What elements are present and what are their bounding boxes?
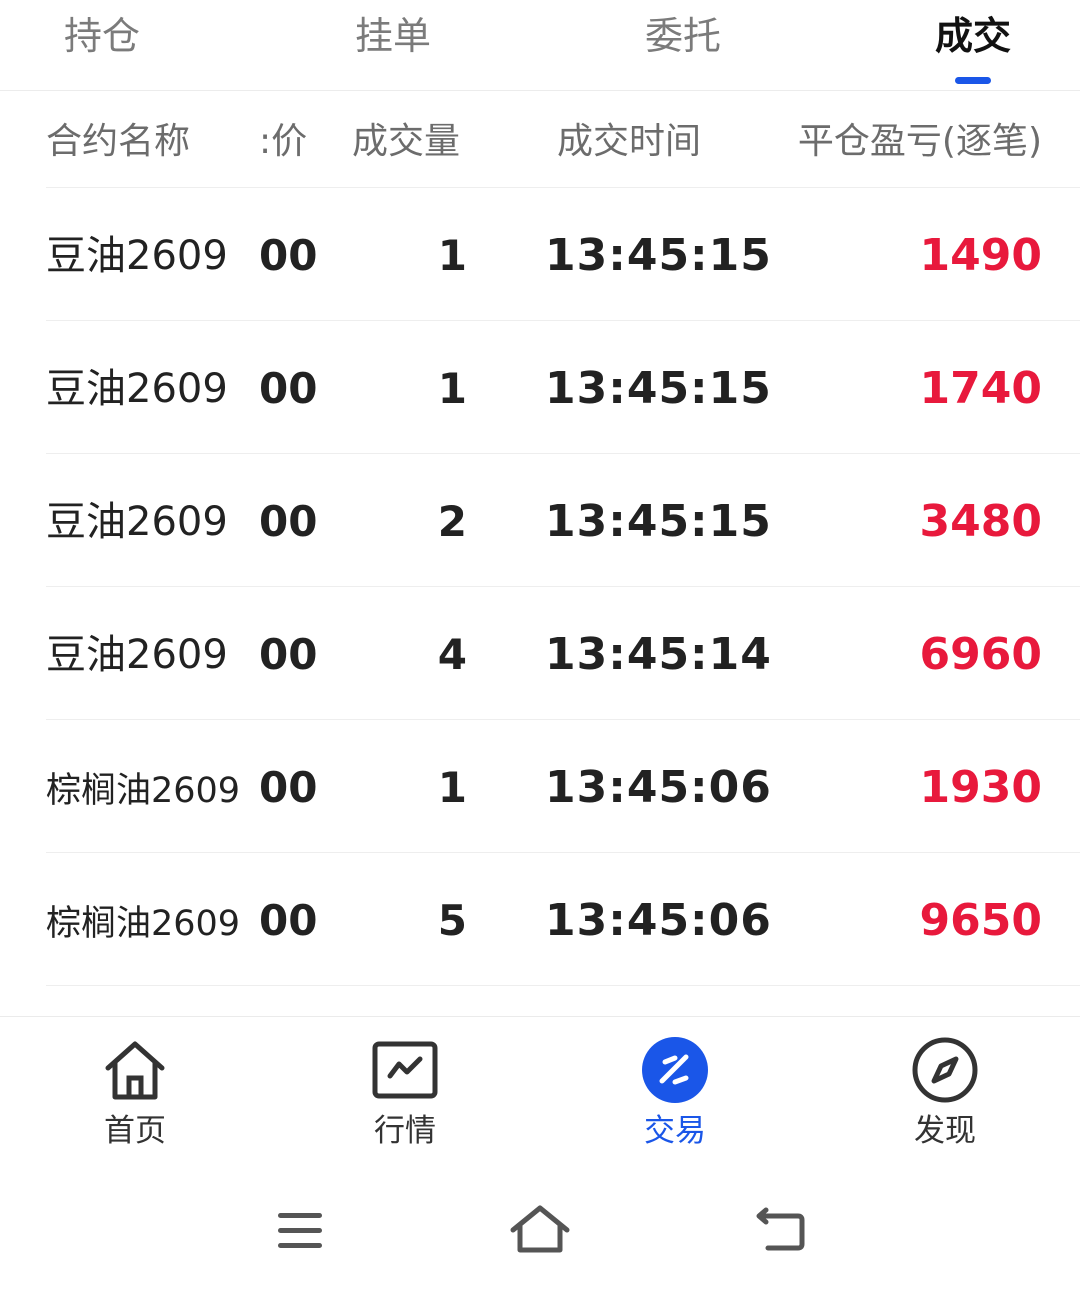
close-pnl: 9650 [919,895,1042,946]
home-outline-icon[interactable] [507,1200,573,1260]
header-price[interactable]: :价 [259,118,307,168]
table-row[interactable]: 豆油2609 00 2 13:45:15 3480 [0,454,1080,587]
contract-name: 豆油2609 [46,366,228,412]
back-icon[interactable] [750,1200,810,1260]
tab-orders[interactable]: 委托 [645,10,721,70]
compass-icon [912,1037,978,1103]
chart-icon [372,1041,438,1099]
trade-icon [642,1037,708,1103]
nav-trade[interactable]: 交易 [595,1035,755,1155]
nav-label: 交易 [644,1113,706,1149]
table-row[interactable]: 豆油2609 00 4 13:45:14 6960 [0,587,1080,720]
nav-label: 发现 [914,1113,976,1149]
divider [0,1016,1080,1017]
close-pnl: 1490 [919,230,1042,281]
trade-time: 13:45:15 [545,363,772,414]
trade-volume: 5 [437,896,467,945]
header-trade-time[interactable]: 成交时间 [557,118,701,168]
table-row[interactable]: 棕榈油2609 00 1 13:45:06 1930 [0,720,1080,853]
close-pnl: 3480 [919,496,1042,547]
tab-label: 挂单 [355,14,432,58]
trade-price: 00 [259,497,318,546]
trade-volume: 2 [437,497,467,546]
tab-trades[interactable]: 成交 [935,10,1012,84]
tab-positions[interactable]: 持仓 [64,10,140,70]
trade-price: 00 [259,231,318,280]
trade-time: 13:45:14 [545,629,772,680]
trade-volume: 1 [437,364,467,413]
nav-discover[interactable]: 发现 [865,1035,1025,1155]
nav-label: 首页 [104,1113,166,1149]
trade-time: 13:45:06 [545,762,772,813]
divider [46,985,1080,986]
trade-price: 00 [259,763,318,812]
close-pnl: 1740 [919,363,1042,414]
trade-time: 13:45:06 [545,895,772,946]
header-close-pnl[interactable]: 平仓盈亏(逐笔) [798,118,1042,168]
trade-volume: 1 [437,763,467,812]
header-contract-name[interactable]: 合约名称 [46,118,190,168]
menu-icon[interactable] [272,1200,328,1260]
tab-label: 持仓 [64,14,141,58]
close-pnl: 1930 [919,762,1042,813]
trade-volume: 4 [437,630,467,679]
contract-name: 豆油2609 [46,499,228,545]
top-tabs: 持仓 挂单 委托 成交 [0,0,1080,90]
table-row[interactable]: 豆油2609 00 1 13:45:15 1490 [0,188,1080,321]
active-tab-indicator [955,77,991,84]
close-pnl: 6960 [919,629,1042,680]
contract-name: 棕榈油2609 [46,771,241,811]
nav-home[interactable]: 首页 [55,1035,215,1155]
tab-label: 成交 [935,14,1012,58]
contract-name: 豆油2609 [46,632,228,678]
nav-label: 行情 [374,1113,436,1149]
trade-price: 00 [259,630,318,679]
nav-market[interactable]: 行情 [325,1035,485,1155]
home-icon [105,1041,165,1100]
trade-price: 00 [259,896,318,945]
tab-label: 委托 [645,14,722,58]
trade-time: 13:45:15 [545,496,772,547]
tab-pending-orders[interactable]: 挂单 [355,10,431,70]
trade-records-screen: 持仓 挂单 委托 成交 合约名称 :价 成交量 成交时间 平仓盈亏(逐笔) 豆油… [0,0,1080,1295]
trade-time: 13:45:15 [545,230,772,281]
trade-volume: 1 [437,231,467,280]
divider [0,90,1080,91]
contract-name: 棕榈油2609 [46,904,241,944]
header-volume[interactable]: 成交量 [352,118,460,168]
contract-name: 豆油2609 [46,233,228,279]
table-row[interactable]: 棕榈油2609 00 5 13:45:06 9650 [0,853,1080,986]
table-row[interactable]: 豆油2609 00 1 13:45:15 1740 [0,321,1080,454]
trade-price: 00 [259,364,318,413]
